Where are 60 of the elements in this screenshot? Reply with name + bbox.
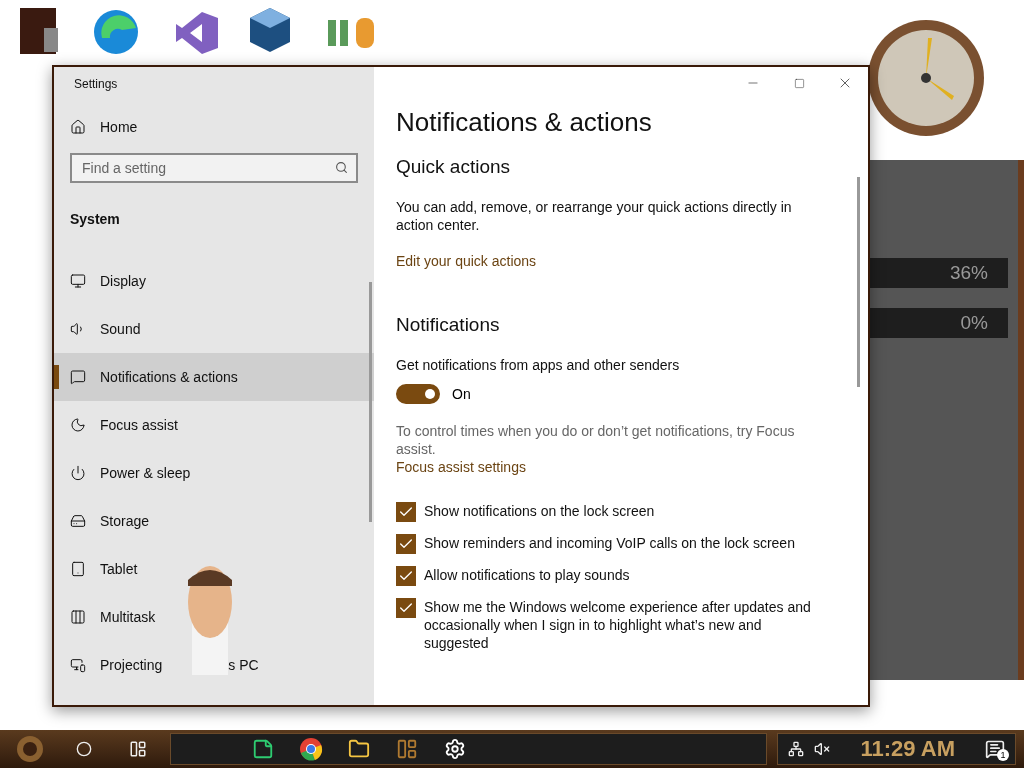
circle-icon <box>76 741 92 757</box>
task-view-icon <box>129 740 147 758</box>
checkbox-label: Show notifications on the lock screen <box>424 502 655 520</box>
description-text: You can add, remove, or rearrange your quick actions directly in action center. <box>396 198 793 234</box>
panel-icon <box>396 738 418 760</box>
hint-text: To control times when you do or don’t get notifications, try Focus assist. <box>396 422 796 458</box>
nav-item[interactable]: Display <box>54 257 374 305</box>
checkbox-label: Allow notifications to play sounds <box>424 566 630 584</box>
window-title: Settings <box>73 76 119 93</box>
nav-item-icon <box>70 513 86 529</box>
gauge-reading: 36% <box>949 262 988 284</box>
search-icon <box>335 161 348 174</box>
checkbox[interactable] <box>396 502 416 522</box>
nav-item-text: s PC <box>228 657 259 673</box>
home-nav-item[interactable]: Home <box>54 107 374 147</box>
section-heading: Quick actions <box>396 156 512 178</box>
checkbox-label: Show reminders and incoming VoIP calls on the lock screen <box>424 534 795 552</box>
action-center-button[interactable]: 1 <box>985 739 1005 759</box>
muted-volume-icon[interactable] <box>814 741 831 757</box>
nav-item-icon <box>70 369 86 385</box>
page-title: Notifications & actions <box>396 107 653 138</box>
nav-item[interactable]: Projecting s PC <box>54 641 374 689</box>
home-icon <box>70 119 86 135</box>
taskbar-clock[interactable]: 11:29 AM <box>860 736 955 762</box>
nav-item[interactable]: Tablet <box>54 545 374 593</box>
checkbox[interactable] <box>396 598 416 618</box>
checkbox-label: Show me the Windows welcome experience after updates and occasionally when I sign in to highlight what’s new and suggested <box>424 598 812 652</box>
toggle-state: On <box>452 386 471 402</box>
edit-quick-actions-link[interactable]: Edit your quick actions <box>396 253 537 269</box>
chrome-icon <box>299 737 323 761</box>
nav-item[interactable]: Storage <box>54 497 374 545</box>
nav-item-icon <box>70 417 86 433</box>
nav-item-icon <box>70 465 86 481</box>
toggle-switch[interactable] <box>396 384 440 404</box>
nav-item-icon <box>70 561 86 577</box>
section-heading: Notifications <box>396 314 501 336</box>
notification-count: 1 <box>997 749 1009 761</box>
maximize-icon <box>793 77 805 89</box>
settings-icon <box>444 738 466 760</box>
browser-icon[interactable] <box>92 8 140 56</box>
search-field[interactable]: Find a setting <box>70 153 358 183</box>
nav-item-icon <box>70 609 86 625</box>
focus-assist-link[interactable]: Focus assist settings <box>396 459 526 475</box>
gauge-reading: 0% <box>960 312 988 334</box>
nav-item-icon <box>70 273 86 289</box>
message-icon <box>985 739 1005 759</box>
note-icon <box>252 738 274 760</box>
toggle-label: Get notifications from apps and other senders <box>396 356 681 374</box>
nav-item[interactable]: Sound <box>54 305 374 353</box>
nav-item[interactable]: Multitask <box>54 593 374 641</box>
checkbox[interactable] <box>396 534 416 554</box>
nav-item[interactable]: Focus assist <box>54 401 374 449</box>
nav-item[interactable]: Power & sleep <box>54 449 374 497</box>
nav-item[interactable]: Notifications & actions <box>54 353 374 401</box>
network-icon[interactable] <box>788 741 805 757</box>
checkbox[interactable] <box>396 566 416 586</box>
nav-item-icon <box>70 657 86 673</box>
selection-indicator <box>54 365 59 389</box>
cube-icon[interactable] <box>248 6 292 54</box>
section-heading: System <box>69 210 121 229</box>
